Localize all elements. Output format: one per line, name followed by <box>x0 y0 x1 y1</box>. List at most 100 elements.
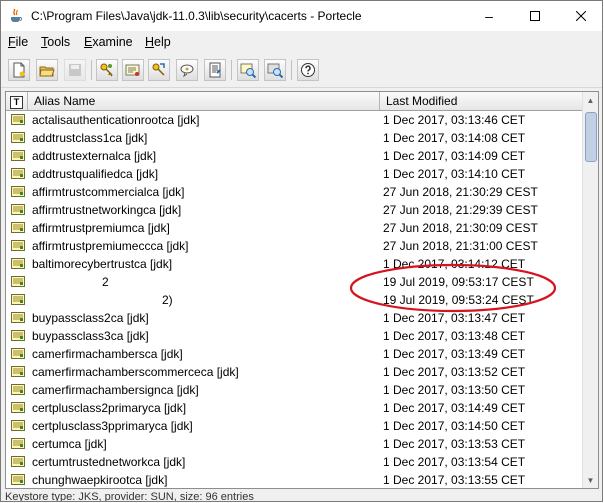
table-row[interactable]: actalisauthenticationrootca [jdk] 1 Dec 2… <box>6 111 584 129</box>
alias-cell: addtrustexternalca [jdk] <box>32 149 157 163</box>
entry-type-cell <box>10 129 28 147</box>
entry-type-cell <box>10 183 28 201</box>
table-row[interactable]: 2) 19 Jul 2019, 09:53:24 CEST <box>6 291 584 309</box>
menu-bar: File Tools Examine Help <box>1 32 602 53</box>
alias-cell: affirmtrustcommercialca [jdk] <box>32 185 185 199</box>
entry-type-cell <box>10 255 28 273</box>
examine-ssl-button[interactable] <box>264 59 286 81</box>
table-row[interactable]: buypassclass3ca [jdk] 1 Dec 2017, 03:13:4… <box>6 327 584 345</box>
last-modified-cell: 1 Dec 2017, 03:14:12 CET <box>383 257 526 271</box>
last-modified-cell: 1 Dec 2017, 03:13:52 CET <box>383 365 526 379</box>
table-row[interactable]: certplusclass3pprimaryca [jdk] 1 Dec 2017… <box>6 417 584 435</box>
column-header-last-modified[interactable]: Last Modified <box>380 92 584 110</box>
entry-type-cell <box>10 201 28 219</box>
alias-cell: camerfirmachamberscommerceca [jdk] <box>32 365 239 379</box>
trusted-certificate-icon <box>11 222 25 233</box>
alias-cell: certplusclass2primaryca [jdk] <box>32 401 187 415</box>
table-row[interactable]: camerfirmachambersca [jdk] 1 Dec 2017, 03… <box>6 345 584 363</box>
table-row[interactable]: addtrustqualifiedca [jdk] 1 Dec 2017, 03:… <box>6 165 584 183</box>
trusted-certificate-icon <box>11 204 25 215</box>
examine-certificate-button[interactable] <box>237 59 259 81</box>
table-row[interactable]: affirmtrustcommercialca [jdk] 27 Jun 2018… <box>6 183 584 201</box>
table-row[interactable]: chunghwaepkirootca [jdk] 1 Dec 2017, 03:1… <box>6 471 584 488</box>
keystore-report-button[interactable] <box>204 59 226 81</box>
table-header: T Alias Name Last Modified <box>6 92 584 111</box>
table-row[interactable]: addtrustclass1ca [jdk] 1 Dec 2017, 03:14:… <box>6 129 584 147</box>
table-row[interactable]: certumtrustednetworkca [jdk] 1 Dec 2017, … <box>6 453 584 471</box>
table-row[interactable]: addtrustexternalca [jdk] 1 Dec 2017, 03:1… <box>6 147 584 165</box>
examine-ssl-icon <box>267 63 283 78</box>
entry-type-cell <box>10 363 28 381</box>
import-keypair-button[interactable] <box>148 59 170 81</box>
last-modified-cell: 19 Jul 2019, 09:53:17 CEST <box>383 275 534 289</box>
open-keystore-button[interactable] <box>36 59 58 81</box>
entry-type-cell <box>10 147 28 165</box>
table-row[interactable]: baltimorecybertrustca [jdk] 1 Dec 2017, 0… <box>6 255 584 273</box>
maximize-button[interactable] <box>512 1 558 31</box>
alias-cell: addtrustclass1ca [jdk] <box>32 131 148 145</box>
table-body: actalisauthenticationrootca [jdk] 1 Dec 2… <box>6 111 584 488</box>
column-header-alias[interactable]: Alias Name <box>28 92 380 110</box>
table-row[interactable]: camerfirmachambersignca [jdk] 1 Dec 2017,… <box>6 381 584 399</box>
table-row[interactable]: 2 19 Jul 2019, 09:53:17 CEST <box>6 273 584 291</box>
alias-cell: affirmtrustnetworkingca [jdk] <box>32 203 182 217</box>
keystore-table: T Alias Name Last Modified actalisauthen… <box>5 91 599 489</box>
toolbar-separator <box>91 60 92 80</box>
status-bar: Keystore type: JKS, provider: SUN, size:… <box>5 491 254 502</box>
trusted-certificate-icon <box>11 402 25 413</box>
import-trusted-cert-button[interactable] <box>122 59 144 81</box>
trusted-certificate-icon <box>11 276 25 287</box>
java-app-icon <box>11 8 22 22</box>
close-button[interactable] <box>558 1 602 31</box>
generate-keypair-button[interactable] <box>96 59 118 81</box>
new-keystore-button[interactable] <box>8 59 30 81</box>
window-title: C:\Program Files\Java\jdk-11.0.3\lib\sec… <box>31 9 362 23</box>
menu-help[interactable]: Help <box>145 35 171 49</box>
table-row[interactable]: affirmtrustnetworkingca [jdk] 27 Jun 2018… <box>6 201 584 219</box>
trusted-certificate-icon <box>11 420 25 431</box>
trusted-certificate-icon <box>11 474 25 485</box>
table-row[interactable]: buypassclass2ca [jdk] 1 Dec 2017, 03:13:4… <box>6 309 584 327</box>
set-password-icon <box>180 64 194 78</box>
help-button[interactable] <box>297 59 319 81</box>
last-modified-cell: 27 Jun 2018, 21:29:39 CEST <box>383 203 538 217</box>
trusted-certificate-icon <box>11 456 25 467</box>
type-column-icon: T <box>10 96 23 109</box>
entry-type-cell <box>10 399 28 417</box>
trusted-certificate-icon <box>11 168 25 179</box>
alias-cell: buypassclass3ca [jdk] <box>32 329 149 343</box>
generate-keypair-icon <box>100 63 113 77</box>
alias-cell: affirmtrustpremiumca [jdk] <box>32 221 170 235</box>
table-row[interactable]: affirmtrustpremiumeccca [jdk] 27 Jun 2018… <box>6 237 584 255</box>
help-icon <box>301 63 315 77</box>
scroll-down-icon[interactable]: ▼ <box>583 472 598 488</box>
vertical-scrollbar[interactable]: ▲ ▼ <box>582 92 598 488</box>
table-row[interactable]: certplusclass2primaryca [jdk] 1 Dec 2017,… <box>6 399 584 417</box>
last-modified-cell: 1 Dec 2017, 03:13:47 CET <box>383 311 526 325</box>
toolbar-separator <box>291 60 292 80</box>
entry-type-cell <box>10 309 28 327</box>
table-row[interactable]: certumca [jdk] 1 Dec 2017, 03:13:53 CET <box>6 435 584 453</box>
entry-type-cell <box>10 237 28 255</box>
menu-tools[interactable]: Tools <box>41 35 70 49</box>
scrollbar-thumb[interactable] <box>585 112 597 162</box>
open-keystore-icon <box>39 66 55 77</box>
last-modified-cell: 1 Dec 2017, 03:13:50 CET <box>383 383 526 397</box>
entry-type-cell <box>10 327 28 345</box>
trusted-certificate-icon <box>11 438 25 449</box>
last-modified-cell: 27 Jun 2018, 21:30:09 CEST <box>383 221 538 235</box>
maximize-icon <box>530 11 540 21</box>
minimize-button[interactable]: – <box>466 1 512 31</box>
table-row[interactable]: camerfirmachamberscommerceca [jdk] 1 Dec … <box>6 363 584 381</box>
column-header-type[interactable]: T <box>6 92 28 110</box>
close-icon <box>576 11 586 21</box>
entry-type-cell <box>10 381 28 399</box>
set-password-button[interactable] <box>176 59 198 81</box>
alias-cell: affirmtrustpremiumeccca [jdk] <box>32 239 189 253</box>
table-row[interactable]: affirmtrustpremiumca [jdk] 27 Jun 2018, 2… <box>6 219 584 237</box>
save-keystore-button[interactable] <box>64 59 86 81</box>
scroll-up-icon[interactable]: ▲ <box>583 92 598 108</box>
menu-examine[interactable]: Examine <box>84 35 133 49</box>
menu-file[interactable]: File <box>8 35 28 49</box>
last-modified-cell: 1 Dec 2017, 03:13:53 CET <box>383 437 526 451</box>
